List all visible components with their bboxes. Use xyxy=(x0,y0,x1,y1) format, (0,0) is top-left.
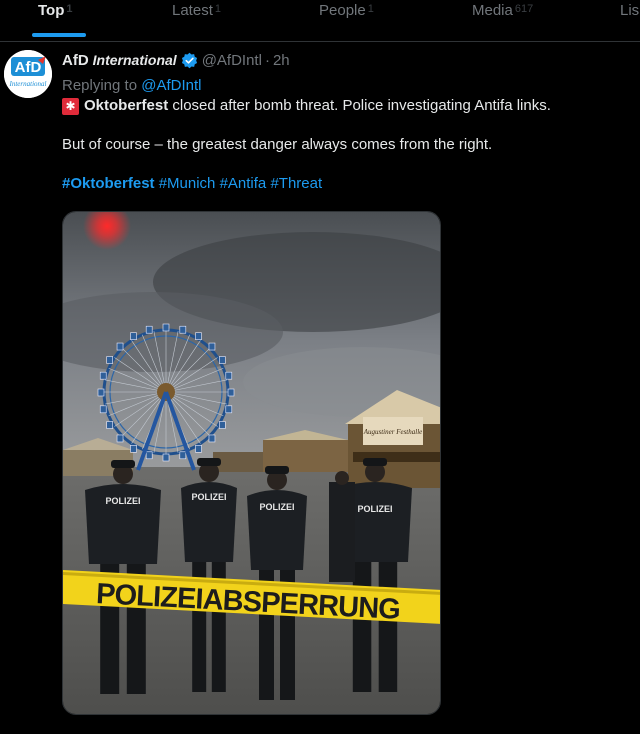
post-header: AfD International @AfDIntl · 2h xyxy=(62,50,622,70)
tab-top-count: 1 xyxy=(66,3,73,15)
hashtag-munich[interactable]: #Munich xyxy=(159,175,216,192)
tab-lists-label: Lis xyxy=(620,2,640,19)
tab-people-count: 1 xyxy=(367,3,374,15)
polizei-label: POLIZEI xyxy=(357,504,392,514)
tab-latest-count: 1 xyxy=(214,3,221,15)
polizei-label: POLIZEI xyxy=(259,502,294,512)
active-tab-indicator xyxy=(32,33,86,37)
tab-top-label: Top xyxy=(38,2,65,19)
hashtag-threat[interactable]: #Threat xyxy=(270,175,322,192)
tab-lists[interactable]: Lis xyxy=(620,0,639,42)
tab-latest-label: Latest xyxy=(172,2,213,19)
oktoberfest-police-scene: Augustiner Festhalle POLIZEI POLIZEI POLIZ… xyxy=(63,212,440,714)
polizei-label: POLIZEI xyxy=(105,496,140,506)
post-text-line1: ✱ Oktoberfest closed after bomb threat. … xyxy=(62,96,622,116)
replying-handle-link[interactable]: @AfDIntl xyxy=(141,77,201,94)
tab-media-label: Media xyxy=(472,2,513,19)
tab-media-count: 617 xyxy=(514,3,534,15)
search-tabs: Top 1 Latest 1 People 1 Media 617 Lis xyxy=(0,0,640,42)
separator-dot: · xyxy=(264,51,270,69)
festhalle-sign: Augustiner Festhalle xyxy=(363,428,423,436)
hashtag-antifa[interactable]: #Antifa xyxy=(220,175,267,192)
author-handle[interactable]: @AfDIntl xyxy=(202,52,262,69)
replying-prefix: Replying to xyxy=(62,77,142,94)
siren-icon: ✱ xyxy=(62,97,79,115)
afd-logo-icon: AfD International xyxy=(4,50,52,98)
avatar-text-top: AfD xyxy=(15,59,42,76)
tab-media[interactable]: Media 617 xyxy=(472,0,533,42)
post: AfD International @AfDIntl · 2h Replying… xyxy=(62,50,622,194)
verified-badge-icon xyxy=(181,52,197,68)
replying-to: Replying to @AfDIntl xyxy=(62,77,622,94)
post-text-rest: closed after bomb threat. Police investi… xyxy=(168,97,551,114)
post-image[interactable]: Augustiner Festhalle POLIZEI POLIZEI POLIZ… xyxy=(62,211,441,715)
tab-people-label: People xyxy=(319,2,366,19)
author-name-suffix[interactable]: International xyxy=(93,52,177,68)
avatar[interactable]: AfD International xyxy=(4,50,52,98)
avatar-text-bottom: International xyxy=(9,80,47,88)
post-time[interactable]: 2h xyxy=(273,52,290,69)
post-text-line2: But of course – the greatest danger alwa… xyxy=(62,136,493,153)
hashtag-oktoberfest[interactable]: #Oktoberfest xyxy=(62,175,155,192)
tab-people[interactable]: People 1 xyxy=(319,0,374,42)
police-officer-background xyxy=(329,471,355,582)
author-name[interactable]: AfD xyxy=(62,52,89,69)
tab-latest[interactable]: Latest 1 xyxy=(172,0,221,42)
hashtags: #Oktoberfest #Munich #Antifa #Threat xyxy=(62,174,622,194)
polizei-label: POLIZEI xyxy=(191,492,226,502)
post-text-bold: Oktoberfest xyxy=(84,97,169,114)
